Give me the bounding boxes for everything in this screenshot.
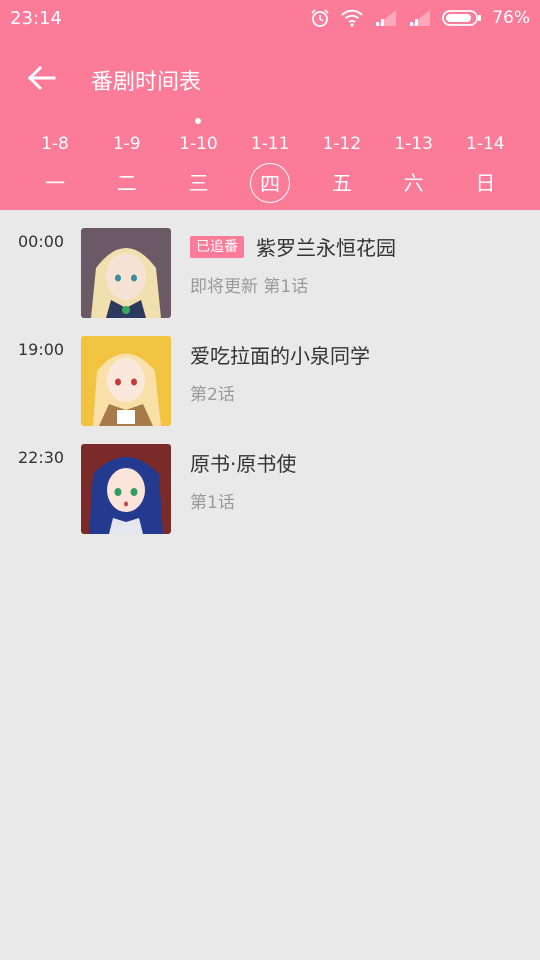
day-date: 1-10 <box>179 134 218 154</box>
signal-icon <box>408 9 432 27</box>
air-time: 22:30 <box>18 448 65 467</box>
wifi-icon <box>340 8 364 28</box>
day-date: 1-12 <box>322 134 362 154</box>
week-selector: 1-8 一 1-9 二 1-10 三 1-11 四 1-12 五 1-13 六 … <box>0 118 540 204</box>
day-tab-selected[interactable]: 1-11 四 <box>234 118 306 204</box>
battery-icon <box>442 9 482 27</box>
schedule-item[interactable]: 19:00 爱吃拉面的小泉同学 第2话 <box>0 318 540 426</box>
episode-info: 第2话 <box>190 385 235 405</box>
status-icons: 76% <box>310 6 530 30</box>
back-arrow-icon[interactable] <box>22 62 62 94</box>
day-date: 1-13 <box>394 134 433 154</box>
anime-cover-image[interactable] <box>81 444 171 534</box>
day-weekday: 四 <box>250 163 291 203</box>
day-weekday: 二 <box>116 171 137 195</box>
day-tab[interactable]: 1-12 五 <box>306 118 378 204</box>
battery-percent: 76% <box>492 8 530 28</box>
status-bar: 23:14 76% <box>0 0 540 36</box>
anime-title-line: 原书·原书使 <box>190 448 296 477</box>
day-weekday: 一 <box>45 171 65 195</box>
header-bar: 23:14 76% 番剧时间表 1-8 一 1-9 二 1-10 三 1-11 … <box>0 0 540 210</box>
anime-title: 爱吃拉面的小泉同学 <box>190 344 370 368</box>
anime-cover-image[interactable] <box>81 228 171 318</box>
anime-title: 紫罗兰永恒花园 <box>256 236 396 260</box>
page-title: 番剧时间表 <box>91 70 202 95</box>
day-tab[interactable]: 1-13 六 <box>378 118 450 204</box>
day-weekday: 六 <box>403 171 424 195</box>
followed-badge: 已追番 <box>190 235 244 258</box>
status-time: 23:14 <box>10 8 62 29</box>
day-tab[interactable]: 1-14 日 <box>449 118 521 204</box>
schedule-item[interactable]: 22:30 原书·原书使 第1话 <box>0 426 540 534</box>
day-date: 1-8 <box>41 134 69 154</box>
episode-info: 第1话 <box>190 493 235 513</box>
episode-info: 即将更新 第1话 <box>190 277 309 297</box>
day-date: 1-11 <box>250 134 290 154</box>
today-indicator-dot <box>195 118 202 124</box>
air-time: 00:00 <box>18 232 65 251</box>
air-time: 19:00 <box>18 340 65 359</box>
title-row: 番剧时间表 <box>0 52 540 104</box>
day-date: 1-14 <box>466 134 505 154</box>
signal-icon <box>374 9 398 27</box>
day-weekday: 日 <box>475 171 496 195</box>
schedule-item[interactable]: 00:00 已追番 紫罗兰永恒花园 即将更新 第1话 <box>0 210 540 318</box>
day-tab[interactable]: 1-9 二 <box>91 118 163 204</box>
day-weekday: 五 <box>331 171 352 195</box>
schedule-list: 00:00 已追番 紫罗兰永恒花园 即将更新 第1话 19:00 爱吃拉面的小泉… <box>0 210 540 534</box>
anime-title-line: 已追番 紫罗兰永恒花园 <box>190 232 396 261</box>
anime-cover-image[interactable] <box>81 336 171 426</box>
anime-title: 原书·原书使 <box>190 452 297 476</box>
anime-title-line: 爱吃拉面的小泉同学 <box>190 340 370 369</box>
day-date: 1-9 <box>112 134 141 154</box>
day-tab-today[interactable]: 1-10 三 <box>162 118 234 204</box>
day-tab[interactable]: 1-8 一 <box>19 118 91 204</box>
alarm-icon <box>310 8 330 28</box>
day-weekday: 三 <box>188 171 209 195</box>
